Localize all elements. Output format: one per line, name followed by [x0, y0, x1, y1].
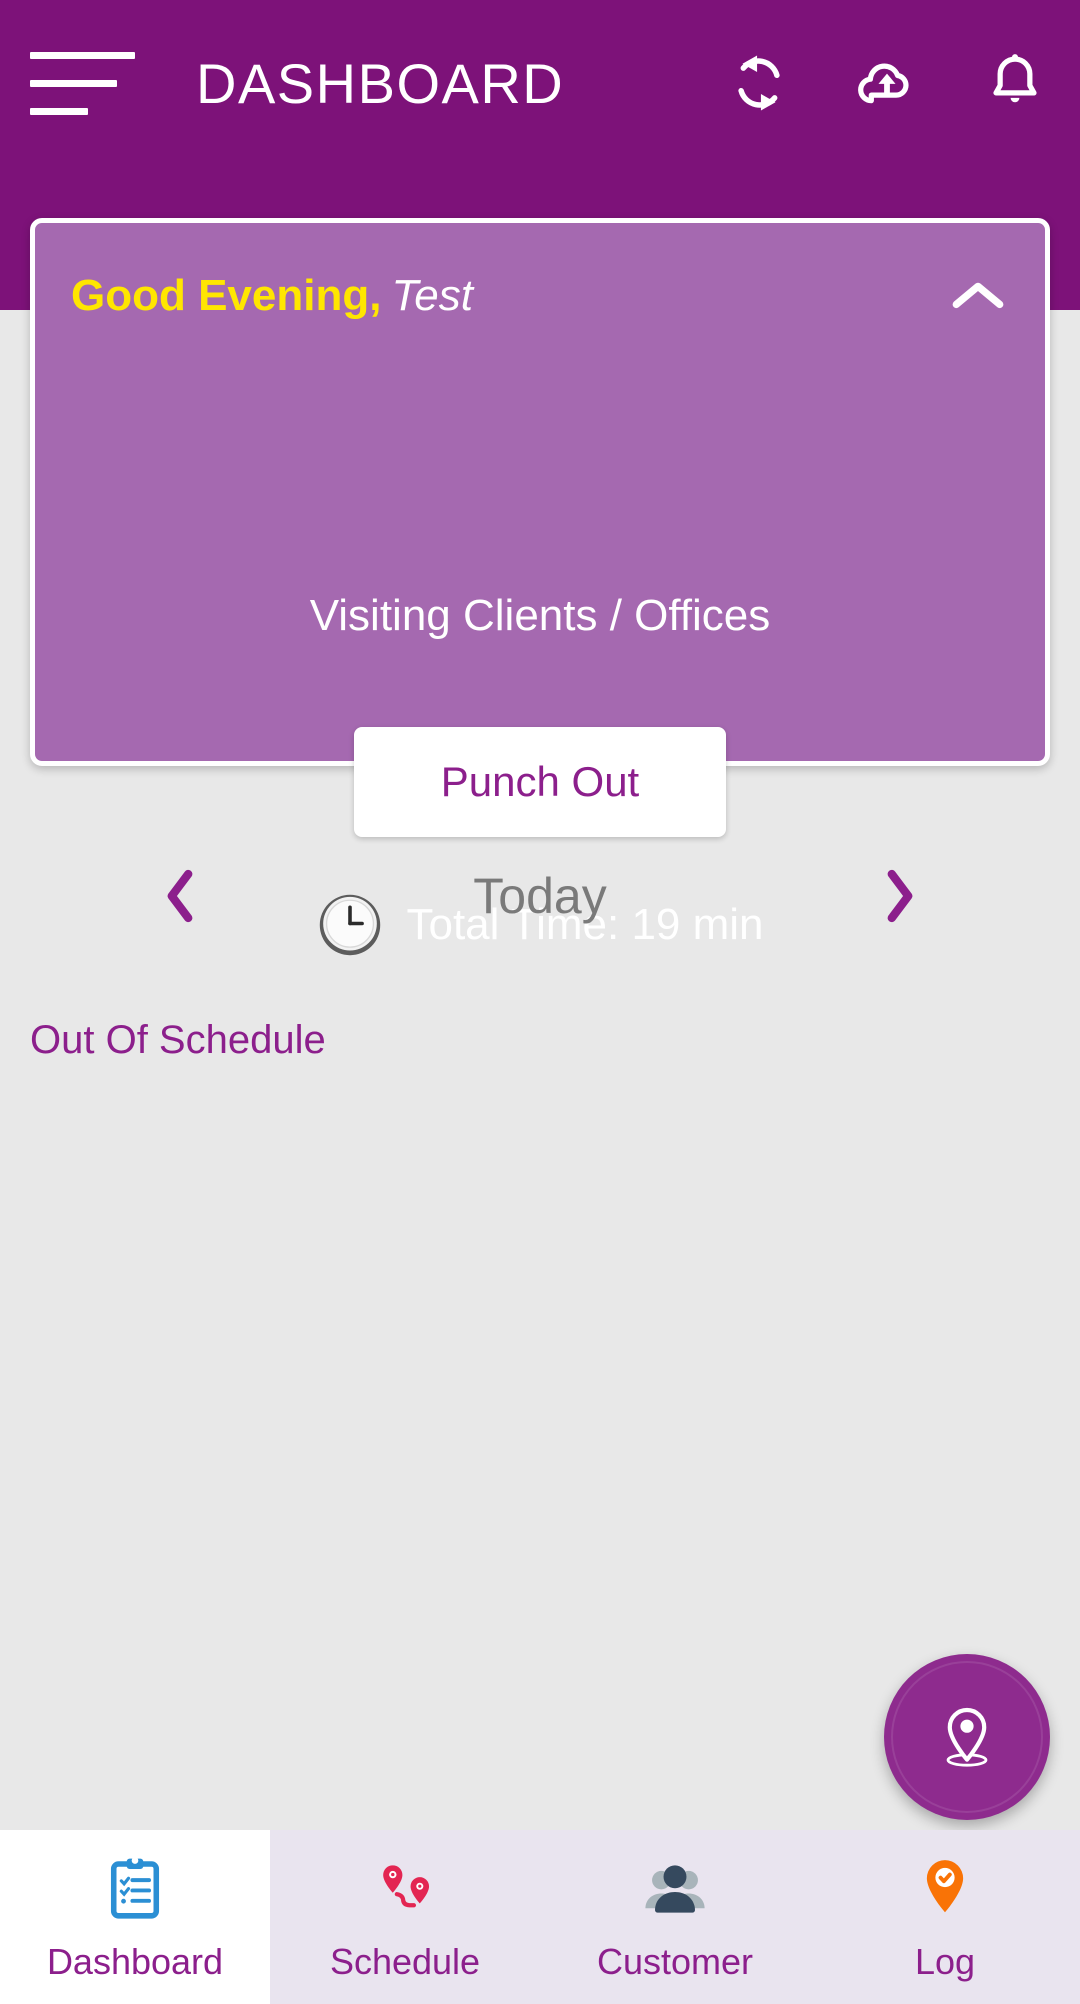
- greeting-row: Good Evening, Test: [71, 261, 1013, 331]
- route-pins-glyph: [383, 1865, 430, 1908]
- chevron-up-icon[interactable]: [943, 261, 1013, 331]
- current-date-label: Today: [473, 868, 607, 924]
- nav-label-dashboard: Dashboard: [46, 1941, 224, 1982]
- nav-label-log: Log: [914, 1941, 976, 1982]
- nav-item-dashboard[interactable]: Dashboard: [0, 1830, 270, 2004]
- hamburger-bar-3: [30, 107, 88, 115]
- hamburger-menu-icon[interactable]: [30, 40, 135, 126]
- location-pin-icon: [946, 1707, 988, 1767]
- hamburger-bar-2: [30, 79, 118, 87]
- header-bar: DASHBOARD: [0, 0, 1080, 166]
- previous-day-button[interactable]: [120, 863, 240, 929]
- notification-bell-icon[interactable]: [982, 50, 1048, 116]
- sync-refresh-icon[interactable]: [726, 50, 792, 116]
- bottom-navigation: Dashboard Schedule Customer Log: [0, 1830, 1080, 2004]
- people-glyph: [645, 1865, 705, 1913]
- clipboard-checklist-icon: [97, 1851, 173, 1927]
- hamburger-bar-1: [30, 51, 135, 59]
- greeting-username: Test: [391, 271, 473, 320]
- people-icon: [637, 1851, 713, 1927]
- greeting-salutation: Good Evening,: [71, 271, 382, 320]
- header-actions: [726, 50, 1048, 116]
- date-navigation: Today: [0, 840, 1080, 952]
- visit-status-text: Visiting Clients / Offices: [309, 591, 771, 640]
- chevron-left-icon: [167, 869, 193, 923]
- greeting-card: Good Evening, Test Visiting Clients / Off…: [30, 218, 1050, 956]
- nav-label-schedule: Schedule: [329, 1941, 481, 1982]
- nav-label-customer: Customer: [596, 1941, 754, 1982]
- nav-item-schedule[interactable]: Schedule: [270, 1830, 540, 2004]
- pin-check-glyph: [926, 1860, 964, 1913]
- greeting-text: Good Evening, Test: [71, 271, 473, 321]
- app-root: DASHBOARD Good Evening, Test Visiting Cl…: [0, 0, 1080, 2004]
- location-fab-button[interactable]: [884, 1654, 1050, 1820]
- nav-item-log[interactable]: Log: [810, 1830, 1080, 2004]
- cloud-upload-icon[interactable]: [854, 50, 920, 116]
- pin-check-icon: [907, 1851, 983, 1927]
- clipboard-checklist-glyph: [110, 1857, 160, 1919]
- page-title: DASHBOARD: [196, 51, 565, 115]
- chevron-right-icon: [887, 869, 913, 923]
- next-day-button[interactable]: [840, 863, 960, 929]
- nav-item-customer[interactable]: Customer: [540, 1830, 810, 2004]
- chevron-up-glyph: [952, 282, 1004, 309]
- punch-out-button[interactable]: Punch Out: [354, 727, 726, 837]
- out-of-schedule-heading: Out Of Schedule: [30, 1018, 326, 1062]
- route-pins-icon: [367, 1851, 443, 1927]
